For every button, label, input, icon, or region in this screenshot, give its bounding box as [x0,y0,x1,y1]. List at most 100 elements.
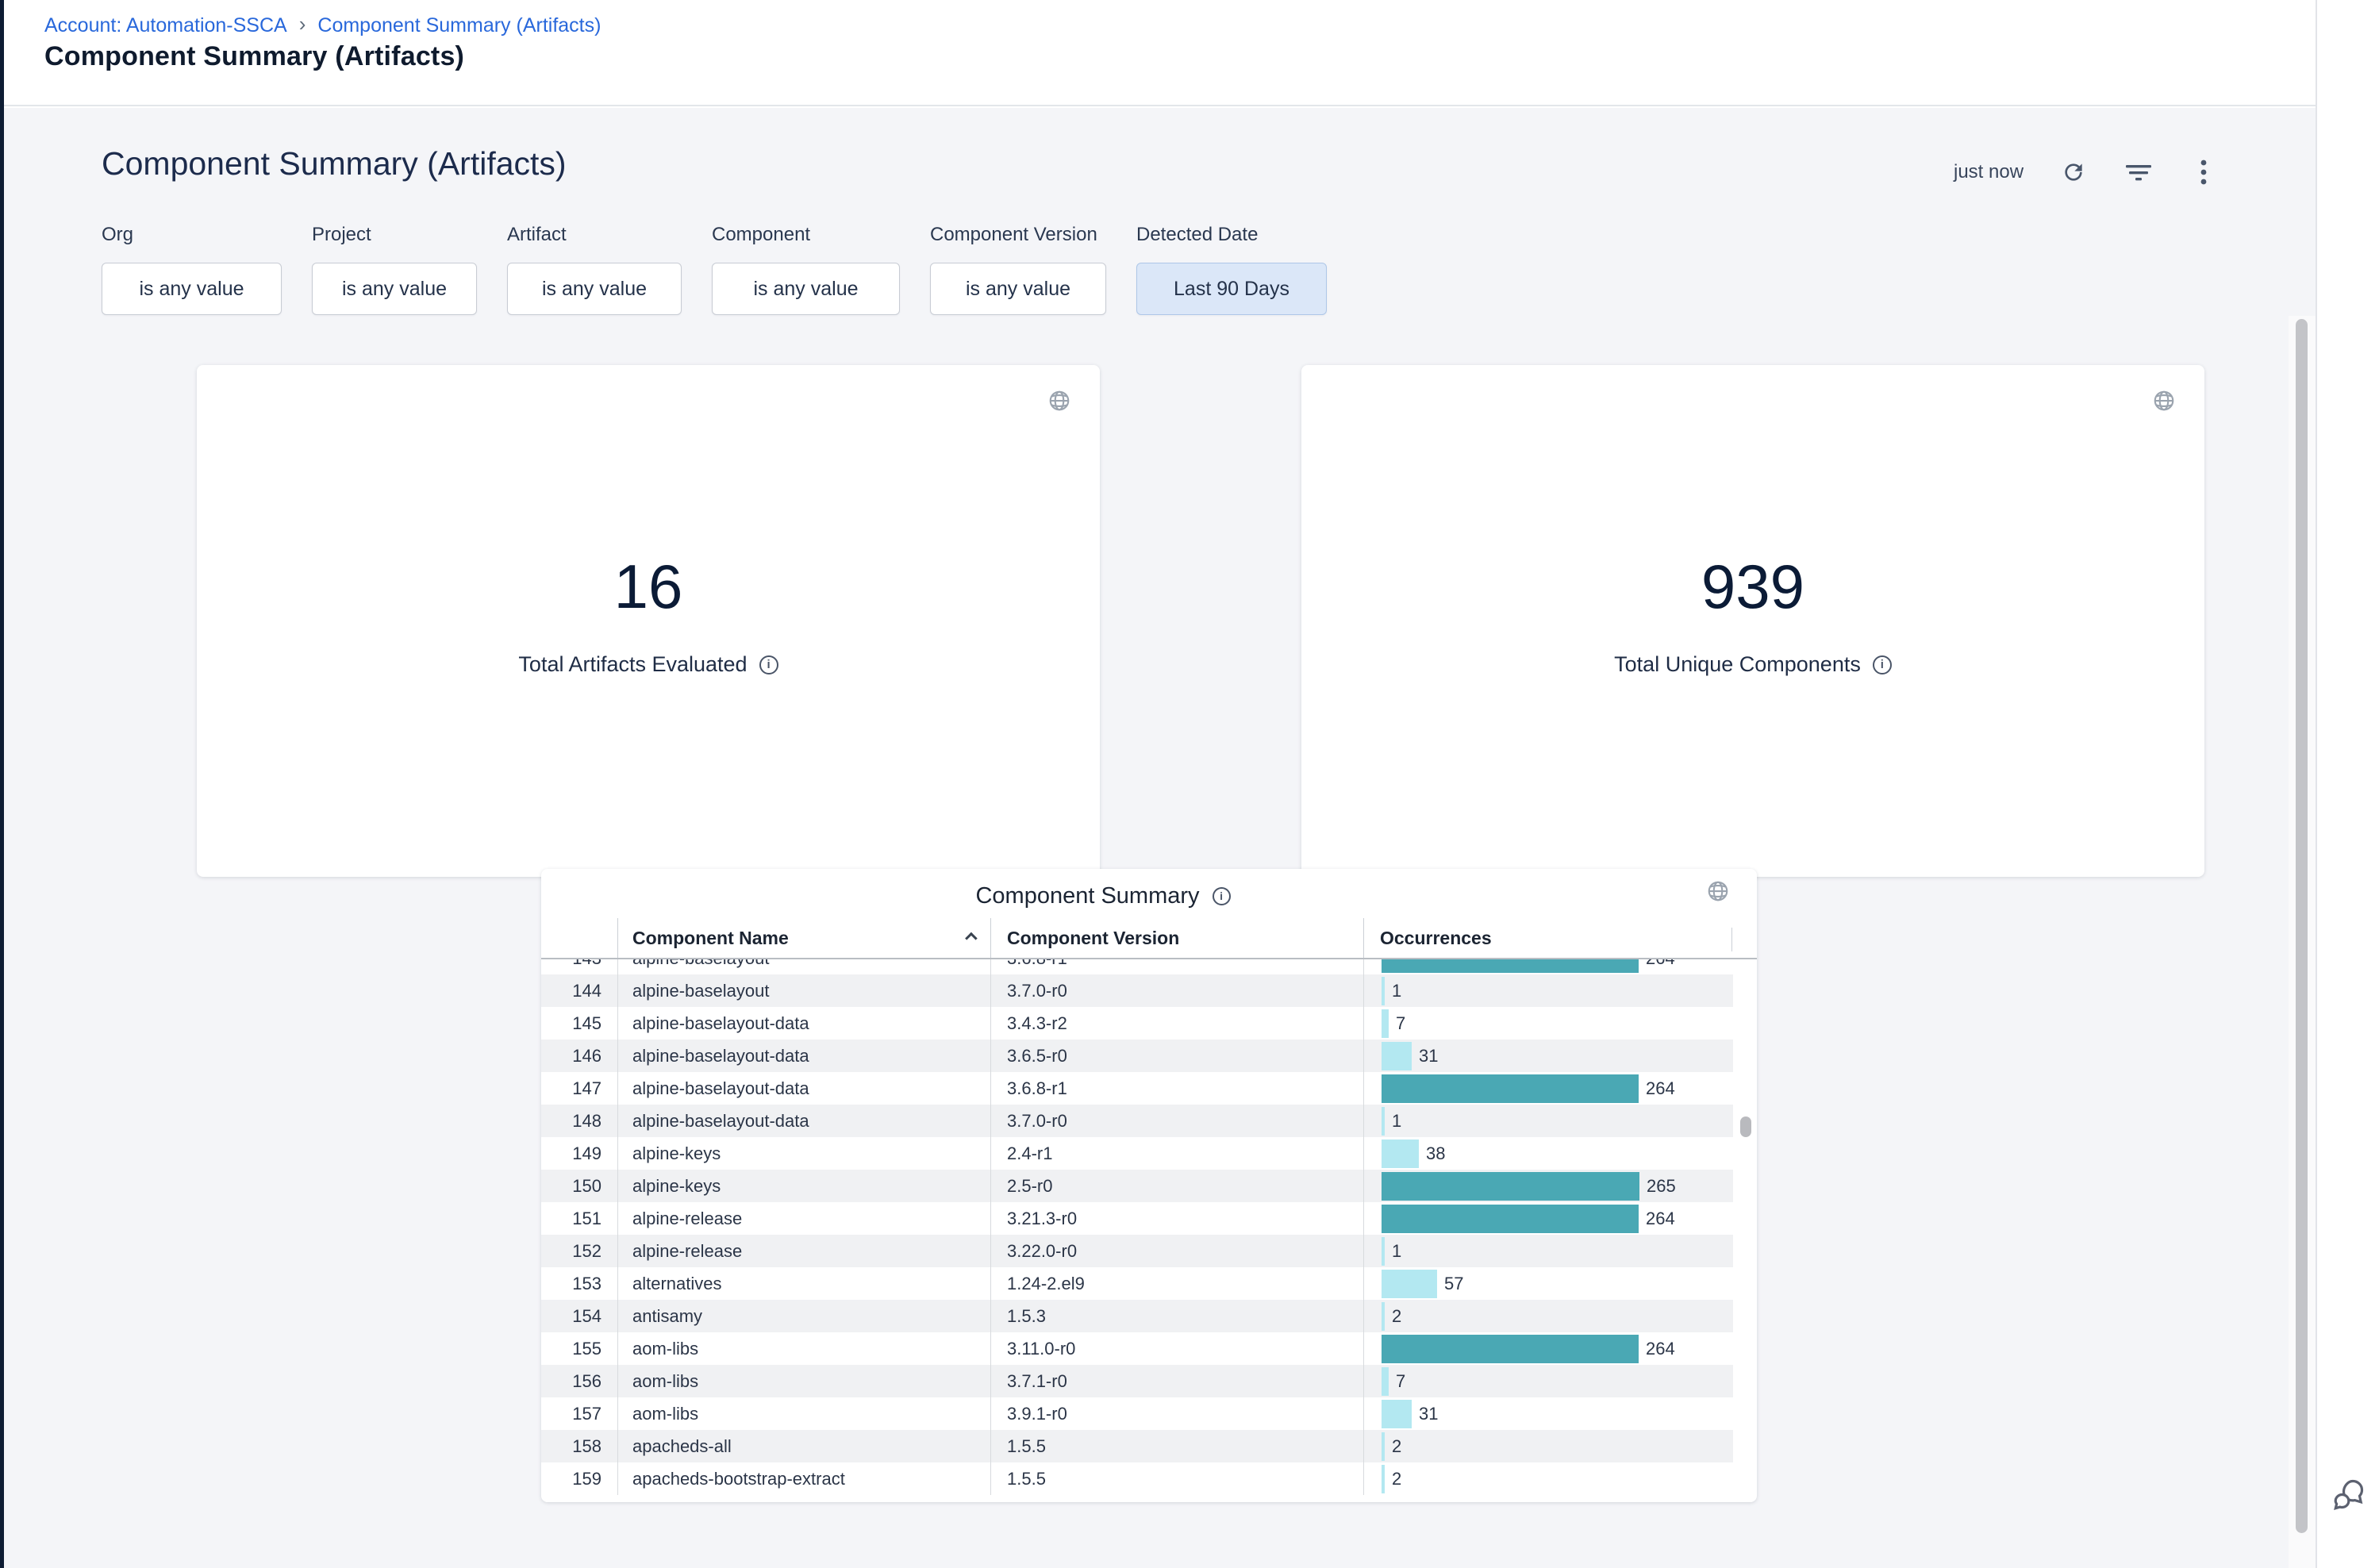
component-name-cell: apacheds-bootstrap-extract [617,1462,990,1495]
component-version-cell: 3.11.0-r0 [990,1332,1363,1365]
row-number: 158 [541,1430,617,1462]
component-version-cell: 3.7.0-r0 [990,974,1363,1007]
table-row: 143alpine-baselayout3.6.8-r1264 [541,959,1733,974]
occurrences-value: 1 [1392,981,1401,1001]
table-row: 148alpine-baselayout-data3.7.0-r01 [541,1105,1733,1137]
tile-component-summary-table: Component Summary i Component Name Compo… [541,869,1757,1502]
filter-value-button[interactable]: is any value [930,263,1106,315]
tile-total-unique-components: 939 Total Unique Components i [1301,365,2204,877]
filter-detected-date: Detected DateLast 90 Days [1136,224,1327,315]
kebab-menu-icon [2200,159,2207,186]
header-end-divider [1731,928,1732,951]
table-row: 149alpine-keys2.4-r138 [541,1137,1733,1170]
stat-value: 16 [614,555,683,617]
occurrences-cell: 7 [1363,1007,1733,1040]
occurrences-bar [1382,959,1639,973]
table-row: 153alternatives1.24-2.el957 [541,1267,1733,1300]
tile-total-artifacts-evaluated: 16 Total Artifacts Evaluated i [197,365,1100,877]
globe-icon[interactable] [1706,879,1730,903]
filter-org: Orgis any value [102,224,282,315]
table-scrollbar-thumb[interactable] [1740,1116,1751,1137]
component-version-cell: 3.7.0-r0 [990,1105,1363,1137]
row-number: 148 [541,1105,617,1137]
filter-artifact: Artifact is any value [507,224,682,315]
occurrences-value: 265 [1647,1176,1676,1197]
occurrences-value: 264 [1646,1209,1675,1229]
info-icon[interactable]: i [759,655,778,674]
occurrences-cell: 1 [1363,1235,1733,1267]
component-version-cell: 3.22.0-r0 [990,1235,1363,1267]
chat-help-button[interactable] [2327,1474,2369,1517]
component-name-cell: aom-libs [617,1397,990,1430]
occurrences-bar [1382,1465,1385,1493]
occurrences-cell: 2 [1363,1300,1733,1332]
panel-right-border [2316,0,2317,1568]
filter-bar: Orgis any valueProjectis any valueArtifa… [102,224,1327,315]
filter-value-button[interactable]: is any value [712,263,900,315]
table-row: 154antisamy1.5.32 [541,1300,1733,1332]
occurrences-bar [1382,1400,1412,1428]
component-version-cell: 3.6.8-r1 [990,1072,1363,1105]
breadcrumb-account-link[interactable]: Account: Automation-SSCA [44,14,287,37]
table-row: 146alpine-baselayout-data3.6.5-r031 [541,1040,1733,1072]
row-number: 151 [541,1202,617,1235]
refresh-button[interactable] [2058,157,2089,187]
filter-value-button[interactable]: is any value [507,263,682,315]
component-name-cell: alpine-keys [617,1170,990,1202]
globe-icon[interactable] [2152,389,2176,413]
occurrences-value: 264 [1646,1339,1675,1359]
filter-value-button[interactable]: is any value [102,263,282,315]
info-icon[interactable]: i [1213,887,1231,905]
component-version-cell: 1.5.5 [990,1462,1363,1495]
occurrences-cell: 1 [1363,974,1733,1007]
occurrences-bar [1382,1302,1385,1331]
column-header-component-version[interactable]: Component Version [990,918,1363,958]
table-header: Component Name Component Version Occurre… [541,918,1757,959]
info-icon[interactable]: i [1873,655,1892,674]
table-title-row: Component Summary i [541,869,1757,918]
filter-value-button[interactable]: Last 90 Days [1136,263,1327,315]
occurrences-value: 264 [1646,1078,1675,1099]
chat-bubbles-icon [2327,1474,2369,1517]
filter-label: Artifact [507,224,682,246]
row-number: 152 [541,1235,617,1267]
occurrences-value: 2 [1392,1306,1401,1327]
dashboard-actions-menu[interactable] [2189,157,2219,187]
occurrences-value: 57 [1444,1274,1463,1294]
filters-button[interactable] [2123,157,2154,187]
occurrences-cell: 2 [1363,1462,1733,1495]
component-version-cell: 3.21.3-r0 [990,1202,1363,1235]
page: Account: Automation-SSCA › Component Sum… [0,0,2379,1568]
table-row: 159apacheds-bootstrap-extract1.5.52 [541,1462,1733,1495]
component-name-cell: alpine-baselayout [617,974,990,1007]
occurrences-bar [1382,977,1385,1005]
page-title: Component Summary (Artifacts) [44,41,464,72]
filter-value-button[interactable]: is any value [312,263,477,315]
row-number: 157 [541,1397,617,1430]
component-name-cell: aom-libs [617,1332,990,1365]
component-name-cell: alpine-release [617,1235,990,1267]
occurrences-value: 7 [1396,1013,1405,1034]
occurrences-bar [1382,1237,1385,1266]
row-number-column-header [541,918,617,958]
row-number: 150 [541,1170,617,1202]
occurrences-cell: 31 [1363,1040,1733,1072]
table-row: 144alpine-baselayout3.7.0-r01 [541,974,1733,1007]
breadcrumb: Account: Automation-SSCA › Component Sum… [44,13,601,38]
dashboard-controls: just now [1954,154,2219,190]
table-row: 151alpine-release3.21.3-r0264 [541,1202,1733,1235]
column-header-component-name[interactable]: Component Name [617,918,990,958]
globe-icon[interactable] [1047,389,1071,413]
row-number: 145 [541,1007,617,1040]
component-name-cell: alpine-baselayout-data [617,1105,990,1137]
component-version-cell: 1.5.3 [990,1300,1363,1332]
table-row: 156aom-libs3.7.1-r07 [541,1365,1733,1397]
row-number: 155 [541,1332,617,1365]
page-scrollbar-thumb[interactable] [2296,319,2308,1533]
dashboard-title: Component Summary (Artifacts) [102,145,567,183]
component-name-cell: alpine-keys [617,1137,990,1170]
component-version-cell: 3.9.1-r0 [990,1397,1363,1430]
breadcrumb-page-link[interactable]: Component Summary (Artifacts) [317,14,601,37]
occurrences-cell: 2 [1363,1430,1733,1462]
column-header-occurrences[interactable]: Occurrences [1363,918,1733,958]
